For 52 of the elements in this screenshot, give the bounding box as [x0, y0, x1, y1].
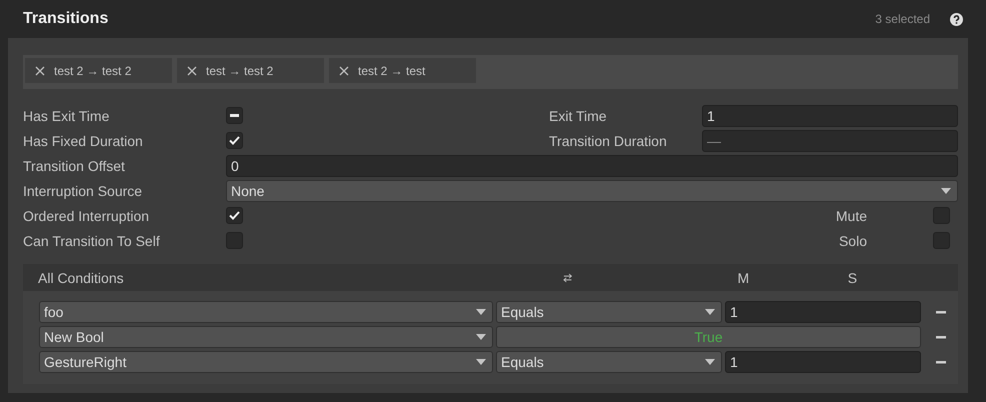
column-header: S: [848, 270, 858, 286]
checkbox[interactable]: [226, 232, 243, 249]
transition-chip[interactable]: test 2 → test: [329, 58, 476, 83]
close-icon[interactable]: [187, 66, 197, 76]
minus-icon: [936, 360, 946, 364]
dash-icon: [230, 114, 239, 117]
property-label: Exit Time: [549, 108, 608, 124]
parameter-dropdown[interactable]: New Bool: [39, 326, 493, 348]
parameter-dropdown[interactable]: foo: [39, 301, 493, 323]
caret-icon: [705, 309, 715, 315]
selection-count: 3 selected: [875, 12, 930, 26]
minus-icon: [936, 336, 946, 338]
checkmark-icon: [229, 211, 240, 220]
checkbox[interactable]: [226, 107, 243, 124]
checkbox[interactable]: [226, 132, 243, 149]
checkbox[interactable]: [933, 207, 950, 224]
property-label: Transition Duration: [549, 132, 668, 148]
caret-icon: [941, 188, 951, 194]
property-label: Can Transition To Self: [23, 232, 161, 248]
input-field[interactable]: 1: [725, 301, 921, 323]
caret-icon: [476, 309, 486, 315]
conditions-title: All Conditions: [38, 270, 125, 286]
caret-icon: [705, 359, 715, 365]
checkmark-icon: [229, 136, 240, 145]
property-label: Ordered Interruption: [23, 208, 150, 224]
panel-title: Transitions: [23, 10, 110, 28]
input-field[interactable]: 0: [226, 154, 958, 176]
input-field[interactable]: 1: [725, 351, 921, 373]
close-icon[interactable]: [339, 66, 349, 76]
property-label: Interruption Source: [23, 182, 144, 198]
caret-icon: [476, 334, 486, 340]
property-label: Has Exit Time: [23, 108, 110, 124]
property-label: Transition Offset: [23, 158, 126, 174]
property-label: Has Fixed Duration: [23, 132, 144, 148]
transition-chip[interactable]: test → test 2: [177, 58, 324, 83]
swap-arrows-icon: [563, 272, 572, 282]
property-label: Solo: [838, 232, 867, 248]
mode-dropdown[interactable]: Equals: [496, 351, 722, 373]
minus-icon: [936, 310, 946, 314]
transition-chip[interactable]: test 2 → test 2: [25, 58, 172, 83]
close-icon[interactable]: [35, 66, 45, 76]
dropdown[interactable]: None: [226, 180, 958, 202]
caret-icon: [476, 359, 486, 365]
parameter-dropdown[interactable]: GestureRight: [39, 351, 493, 373]
input-field[interactable]: —: [702, 130, 958, 152]
column-header: M: [737, 270, 750, 286]
input-field[interactable]: 1: [702, 104, 958, 126]
checkbox[interactable]: [933, 232, 950, 249]
property-label: Mute: [836, 208, 867, 224]
checkbox[interactable]: [226, 207, 243, 224]
help-icon[interactable]: [950, 12, 963, 26]
mode-dropdown[interactable]: Equals: [496, 301, 722, 323]
